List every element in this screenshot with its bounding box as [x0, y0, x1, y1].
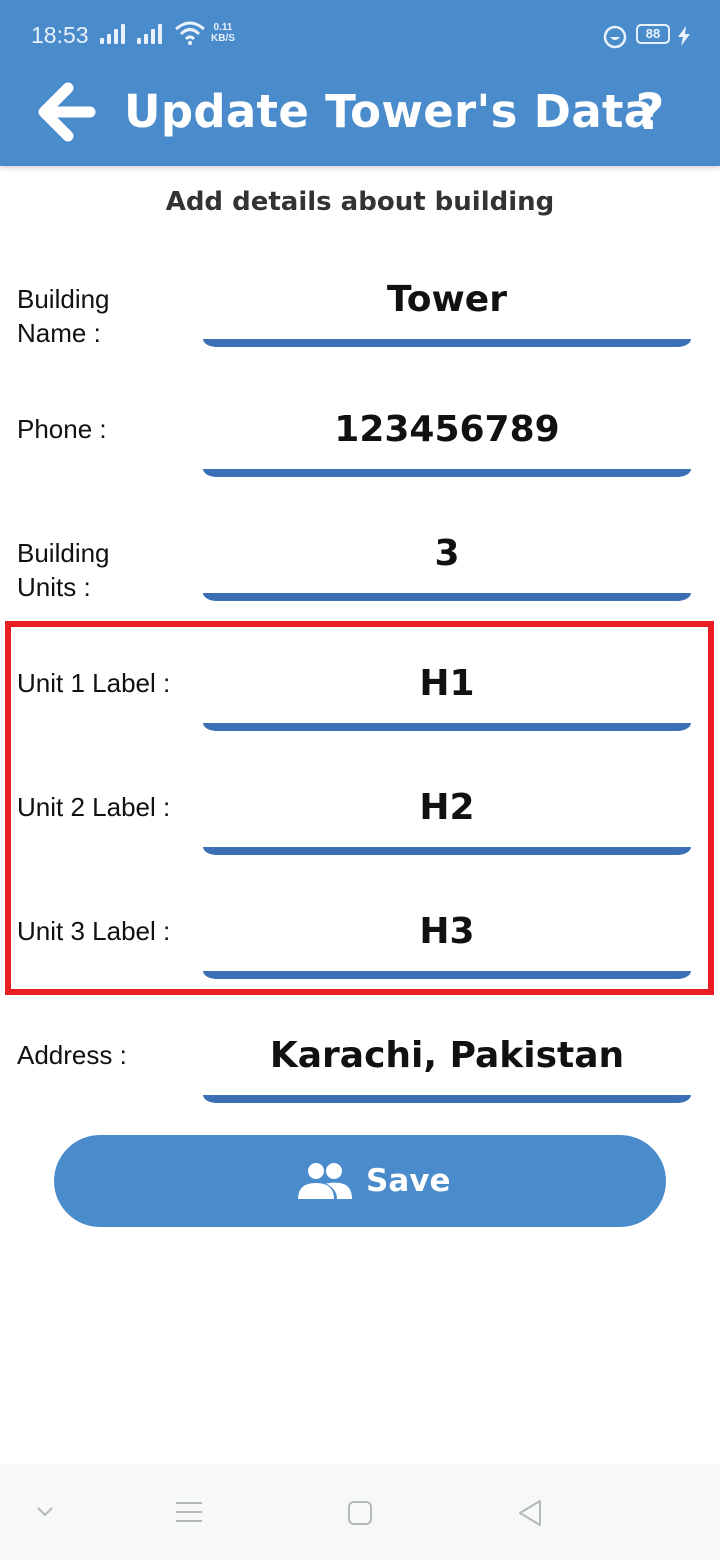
network-speed: 0.11 KB/S: [211, 22, 235, 44]
address-input[interactable]: Karachi, Pakistan: [203, 1033, 691, 1079]
speed-unit: KB/S: [211, 33, 235, 44]
building-name-input[interactable]: Tower: [203, 277, 691, 323]
building-units-label-line2: Units :: [17, 572, 91, 602]
building-units-underline: [203, 593, 691, 601]
unit-1-label: Unit 1 Label :: [17, 668, 171, 698]
address-label: Address :: [17, 1040, 127, 1070]
signal-icon-2: [137, 24, 167, 44]
unit-2-underline: [203, 847, 691, 855]
speed-value: 0.11: [213, 22, 233, 33]
phone-underline: [203, 469, 691, 477]
back-arrow-icon: [38, 82, 96, 142]
unit-3-input[interactable]: H3: [203, 909, 691, 955]
unit-1-input[interactable]: H1: [203, 661, 691, 707]
unit-1-underline: [203, 723, 691, 731]
help-icon[interactable]: ?: [628, 84, 672, 140]
wifi-icon: [175, 21, 205, 46]
unit-2-input[interactable]: H2: [203, 785, 691, 831]
building-name-underline: [203, 339, 691, 347]
phone-label: Phone :: [17, 414, 107, 444]
building-units-label: Building Units :: [17, 536, 110, 604]
building-name-label-line1: Building: [17, 284, 110, 314]
battery-icon: 88: [636, 24, 670, 44]
back-button[interactable]: [38, 82, 98, 142]
app-header: 18:53 0.11 KB/S 88 Update Tower's Data ?: [0, 0, 720, 166]
unit-2-label: Unit 2 Label :: [17, 792, 171, 822]
group-icon: [298, 1163, 352, 1199]
building-name-label: Building Name :: [17, 282, 110, 350]
building-units-label-line1: Building: [17, 538, 110, 568]
save-button[interactable]: Save: [54, 1135, 666, 1227]
nav-back-icon[interactable]: [517, 1498, 543, 1528]
building-units-input[interactable]: 3: [203, 531, 691, 577]
charging-icon: [678, 26, 690, 46]
nav-home-icon[interactable]: [347, 1500, 373, 1526]
save-button-label: Save: [366, 1163, 451, 1199]
nav-menu-icon[interactable]: [175, 1500, 203, 1524]
system-nav-bar: [0, 1464, 720, 1560]
page-title: Update Tower's Data: [124, 85, 655, 138]
form-subtitle: Add details about building: [165, 187, 555, 217]
address-underline: [203, 1095, 691, 1103]
vpn-icon: [603, 25, 627, 49]
phone-input[interactable]: 123456789: [203, 407, 691, 453]
building-name-label-line2: Name :: [17, 318, 101, 348]
nav-down-icon[interactable]: [36, 1506, 54, 1518]
unit-3-underline: [203, 971, 691, 979]
signal-icon: [100, 24, 130, 44]
unit-3-label: Unit 3 Label :: [17, 916, 171, 946]
status-time: 18:53: [31, 22, 89, 48]
